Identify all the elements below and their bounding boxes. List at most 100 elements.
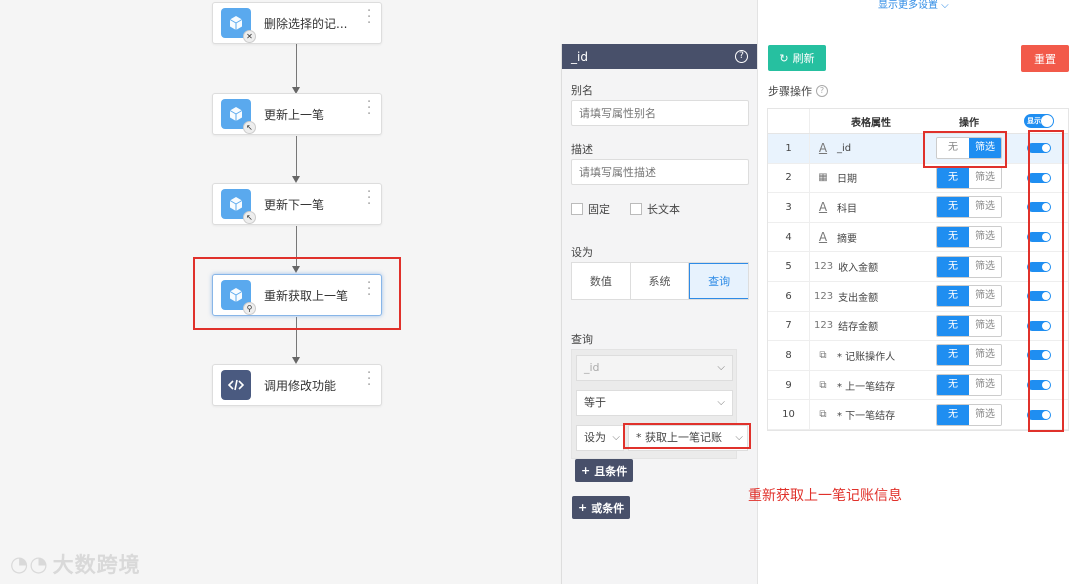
property-panel: _id ? 别名 描述 固定 长文本 设为 数值 系统 查询 查询 _id ⌵ … xyxy=(561,44,757,584)
link-type-icon: ⧉ xyxy=(819,349,827,361)
chevron-down-icon: ⌵ xyxy=(717,397,725,408)
operation-toggle-group[interactable]: 无筛选 xyxy=(936,314,1002,337)
row-number: 7 xyxy=(768,311,810,341)
op-filter-button[interactable]: 筛选 xyxy=(969,345,1001,366)
op-filter-button[interactable]: 筛选 xyxy=(969,256,1001,277)
op-filter-button[interactable]: 筛选 xyxy=(969,315,1001,336)
op-none-button[interactable]: 无 xyxy=(937,315,969,336)
table-row[interactable]: 8 ⧉ * 记账操作人 无筛选 xyxy=(768,341,1068,371)
row-operation: 无筛选 xyxy=(928,226,1010,249)
setas-option-system[interactable]: 系统 xyxy=(631,263,690,299)
setas-option-value[interactable]: 数值 xyxy=(572,263,631,299)
node-label: 更新下一笔 xyxy=(264,197,325,212)
more-settings-link[interactable]: 显示更多设置 ⌵ xyxy=(878,0,949,11)
table-row[interactable]: 3 A 科目 无筛选 xyxy=(768,193,1068,223)
row-operation: 无筛选 xyxy=(928,255,1010,278)
row-number: 2 xyxy=(768,163,810,193)
operation-toggle-group[interactable]: 无筛选 xyxy=(936,285,1002,308)
operation-toggle-group[interactable]: 无筛选 xyxy=(936,344,1002,367)
watermark-text: 大数跨境 xyxy=(52,553,141,577)
header-show: 显示 xyxy=(1010,114,1068,128)
plus-icon: + xyxy=(578,501,588,514)
calendar-icon: ▦ xyxy=(818,172,828,184)
arrow xyxy=(292,357,300,364)
table-row[interactable]: 4 A 摘要 无筛选 xyxy=(768,222,1068,253)
more-vertical-icon[interactable]: · · · xyxy=(367,367,371,392)
help-icon[interactable]: ? xyxy=(735,50,748,63)
flow-node-delete[interactable]: ✕ 删除选择的记... · · · xyxy=(212,2,382,44)
highlight-frame xyxy=(1028,130,1064,432)
op-filter-button[interactable]: 筛选 xyxy=(969,375,1001,396)
setas-label: 设为 xyxy=(571,246,593,259)
more-vertical-icon[interactable]: · · · xyxy=(367,5,371,30)
help-icon[interactable]: ? xyxy=(816,85,828,97)
alias-input[interactable] xyxy=(571,100,749,126)
setas-option-query[interactable]: 查询 xyxy=(689,263,749,299)
checkbox-box[interactable] xyxy=(630,203,642,215)
op-none-button[interactable]: 无 xyxy=(937,404,969,425)
checkbox-box[interactable] xyxy=(571,203,583,215)
op-none-button[interactable]: 无 xyxy=(937,345,969,366)
op-filter-button[interactable]: 筛选 xyxy=(969,404,1001,425)
add-and-condition-button[interactable]: + 且条件 xyxy=(575,459,634,482)
reset-button[interactable]: 重置 xyxy=(1021,45,1069,72)
longtext-checkbox[interactable]: 长文本 xyxy=(630,201,680,217)
op-none-button[interactable]: 无 xyxy=(937,227,969,248)
operation-toggle-group[interactable]: 无筛选 xyxy=(936,226,1002,249)
row-attribute: 123 支出金额 xyxy=(810,289,928,304)
flow-node-update-next[interactable]: ↖ 更新下一笔 · · · xyxy=(212,183,382,225)
operation-toggle-group[interactable]: 无筛选 xyxy=(936,255,1002,278)
table-row[interactable]: 2 ▦ 日期 无筛选 xyxy=(768,163,1068,194)
op-filter-button[interactable]: 筛选 xyxy=(969,167,1001,188)
table-row[interactable]: 7 123 结存金额 无筛选 xyxy=(768,311,1068,342)
op-none-button[interactable]: 无 xyxy=(937,167,969,188)
more-vertical-icon[interactable]: · · · xyxy=(367,186,371,211)
connector xyxy=(296,136,297,177)
row-number: 4 xyxy=(768,222,810,252)
row-attribute: A 科目 xyxy=(810,200,928,215)
operation-toggle-group[interactable]: 无筛选 xyxy=(936,166,1002,189)
setas-segmented-control[interactable]: 数值 系统 查询 xyxy=(571,262,749,300)
fixed-checkbox[interactable]: 固定 xyxy=(571,201,610,217)
attribute-name: 摘要 xyxy=(837,233,857,245)
fixed-label: 固定 xyxy=(588,203,610,216)
number-type-icon: 123 xyxy=(814,320,834,332)
flow-node-call-modify[interactable]: 调用修改功能 · · · xyxy=(212,364,382,406)
op-none-button[interactable]: 无 xyxy=(937,197,969,218)
op-filter-button[interactable]: 筛选 xyxy=(969,197,1001,218)
desc-input[interactable] xyxy=(571,159,749,185)
op-filter-button[interactable]: 筛选 xyxy=(969,227,1001,248)
refresh-button[interactable]: ↻ 刷新 xyxy=(768,45,826,71)
operation-toggle-group[interactable]: 无筛选 xyxy=(936,374,1002,397)
query-field-select[interactable]: _id ⌵ xyxy=(576,355,733,381)
attribute-name: 支出金额 xyxy=(838,292,879,304)
table-row[interactable]: 5 123 收入金额 无筛选 xyxy=(768,252,1068,282)
query-mode-select[interactable]: 设为 ⌵ xyxy=(576,425,624,451)
more-vertical-icon[interactable]: · · · xyxy=(367,96,371,121)
op-none-button[interactable]: 无 xyxy=(937,286,969,307)
query-operator-select[interactable]: 等于 ⌵ xyxy=(576,390,733,416)
table-row[interactable]: 1 A _id 无筛选 xyxy=(768,134,1068,164)
operation-toggle-group[interactable]: 无筛选 xyxy=(936,403,1002,426)
row-number: 6 xyxy=(768,281,810,311)
watermark: ◔◔ 大数跨境 xyxy=(10,549,141,579)
table-row[interactable]: 10 ⧉ * 下一笔结存 无筛选 xyxy=(768,400,1068,430)
row-operation: 无筛选 xyxy=(928,285,1010,308)
flow-node-update-prev[interactable]: ↖ 更新上一笔 · · · xyxy=(212,93,382,135)
op-none-button[interactable]: 无 xyxy=(937,375,969,396)
chevron-down-icon: ⌵ xyxy=(717,362,725,373)
node-label: 删除选择的记... xyxy=(264,16,348,31)
show-all-toggle[interactable]: 显示 xyxy=(1024,114,1054,128)
table-body: 1 A _id 无筛选 2 ▦ 日期无筛选 3 A 科目无筛选 4 A 摘要无筛选 5 123 收入金额无筛选… xyxy=(768,134,1068,430)
row-attribute: ⧉ * 记账操作人 xyxy=(810,348,928,363)
table-row[interactable]: 9 ⧉ * 上一笔结存 无筛选 xyxy=(768,370,1068,401)
table-row[interactable]: 6 123 支出金额 无筛选 xyxy=(768,281,1068,312)
op-none-button[interactable]: 无 xyxy=(937,256,969,277)
row-number: 8 xyxy=(768,341,810,370)
node-label: 调用修改功能 xyxy=(264,378,337,393)
operation-toggle-group[interactable]: 无筛选 xyxy=(936,196,1002,219)
refresh-icon: ↻ xyxy=(779,51,789,65)
flow-canvas[interactable]: ✕ 删除选择的记... · · · ↖ 更新上一笔 · · · ↖ 更新下一笔 · · · … xyxy=(0,0,560,584)
op-filter-button[interactable]: 筛选 xyxy=(969,286,1001,307)
add-or-condition-button[interactable]: + 或条件 xyxy=(572,496,631,519)
